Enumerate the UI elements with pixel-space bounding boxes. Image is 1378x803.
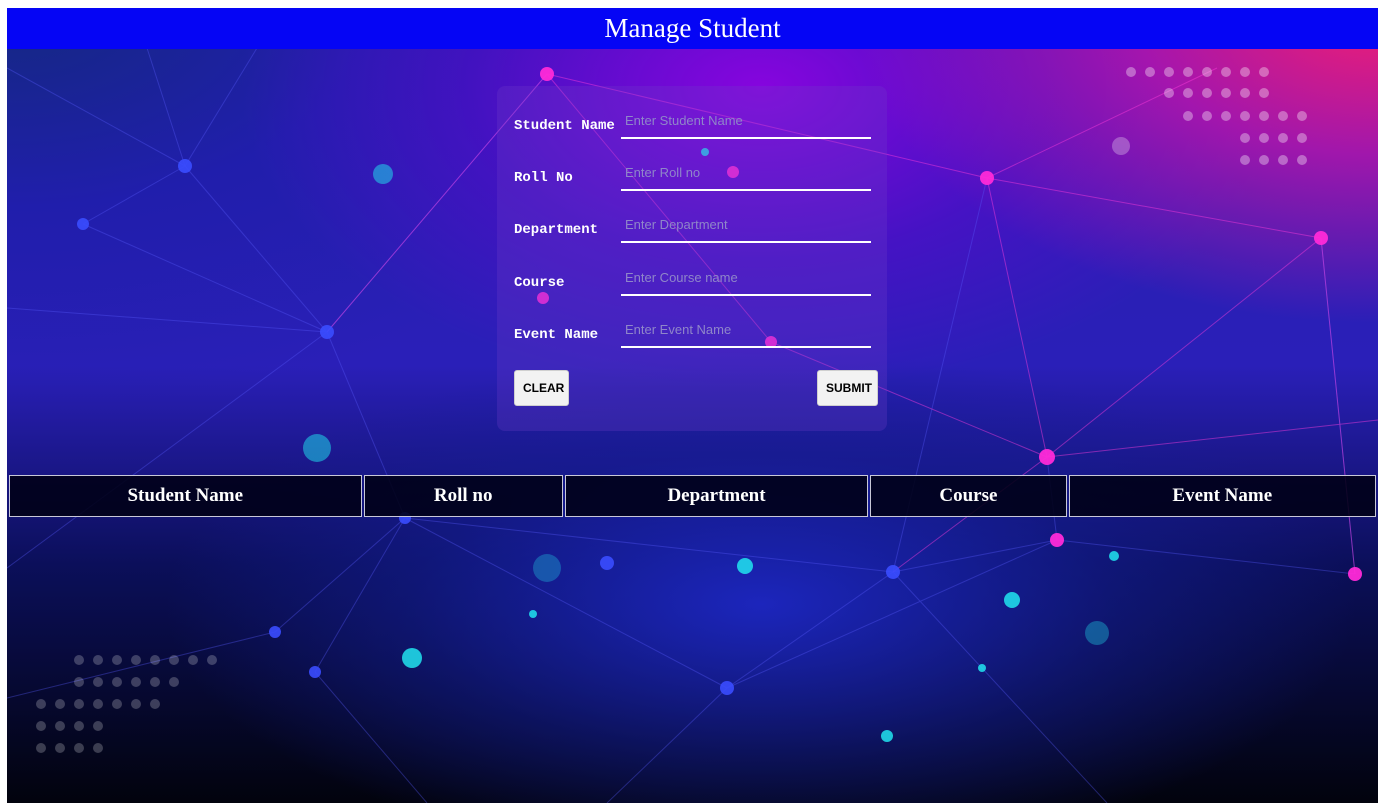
form-row-department: Department xyxy=(514,213,871,243)
student-name-label: Student Name xyxy=(514,118,615,134)
clear-button[interactable]: CLEAR xyxy=(514,370,569,406)
department-label: Department xyxy=(514,222,599,238)
form-row-event-name: Event Name xyxy=(514,318,871,348)
student-name-input[interactable] xyxy=(621,109,871,139)
column-header-roll-no: Roll no xyxy=(363,475,563,517)
course-input[interactable] xyxy=(621,266,871,296)
roll-no-input[interactable] xyxy=(621,161,871,191)
page-title: Manage Student xyxy=(7,8,1378,49)
form-row-course: Course xyxy=(514,266,871,296)
student-table: Student Name Roll no Department Course E… xyxy=(7,475,1378,517)
department-input[interactable] xyxy=(621,213,871,243)
column-header-student-name: Student Name xyxy=(9,475,362,517)
table-header-row: Student Name Roll no Department Course E… xyxy=(9,475,1376,517)
column-header-event-name: Event Name xyxy=(1068,475,1376,517)
column-header-course: Course xyxy=(870,475,1067,517)
column-header-department: Department xyxy=(564,475,869,517)
course-label: Course xyxy=(514,275,565,291)
event-name-label: Event Name xyxy=(514,327,599,343)
form-row-student-name: Student Name xyxy=(514,109,871,139)
student-form: Student Name Roll No Department Course E… xyxy=(497,86,887,431)
roll-no-label: Roll No xyxy=(514,170,573,186)
event-name-input[interactable] xyxy=(621,318,871,348)
submit-button[interactable]: SUBMIT xyxy=(817,370,878,406)
page-background: Manage Student Student Name Roll No Depa… xyxy=(7,8,1378,803)
form-row-roll-no: Roll No xyxy=(514,161,871,191)
